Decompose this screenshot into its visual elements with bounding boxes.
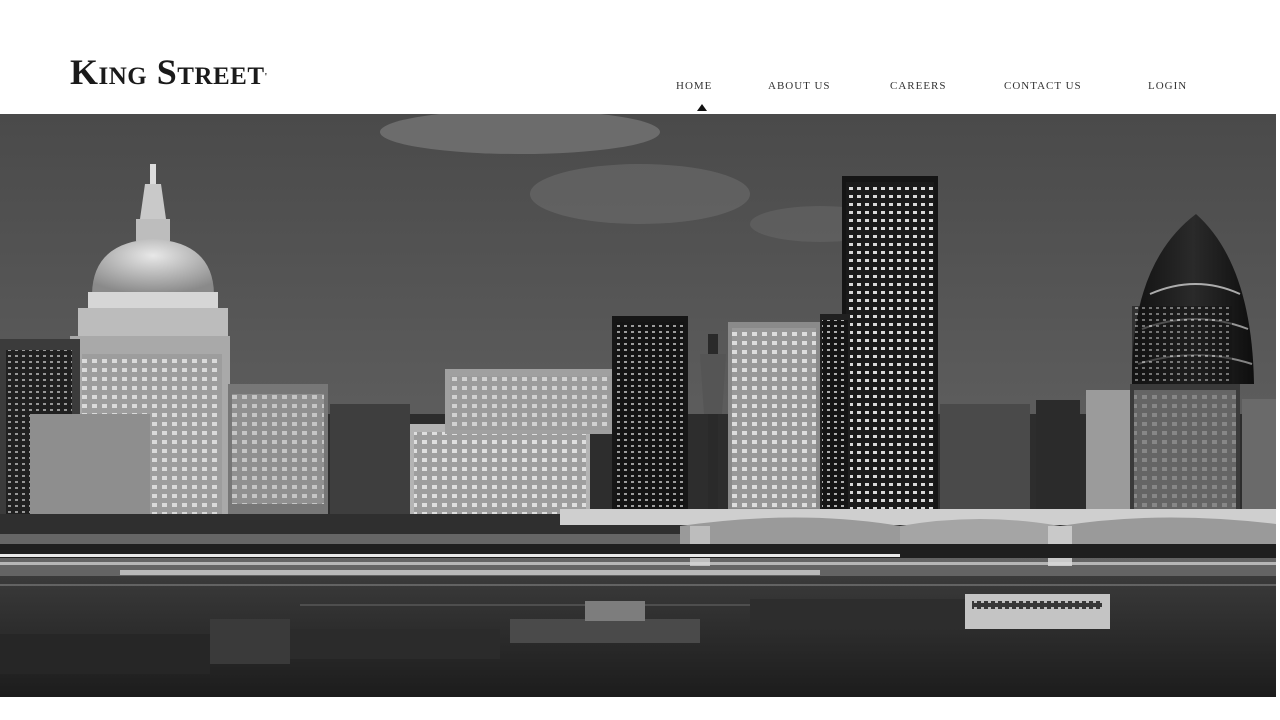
- hero-skyline-image: [0, 114, 1276, 697]
- nav-careers[interactable]: Careers: [890, 76, 947, 96]
- page-bottom: [0, 697, 1280, 720]
- main-nav: Home About Us Careers Contact Us Login: [0, 76, 1280, 96]
- site-header: King Street' Home About Us Careers Conta…: [0, 0, 1280, 112]
- nav-login[interactable]: Login: [1148, 76, 1187, 96]
- nav-home[interactable]: Home: [676, 76, 712, 96]
- nav-contact-us[interactable]: Contact Us: [1004, 76, 1082, 96]
- nav-about-us[interactable]: About Us: [768, 76, 831, 96]
- active-nav-indicator: [697, 104, 707, 111]
